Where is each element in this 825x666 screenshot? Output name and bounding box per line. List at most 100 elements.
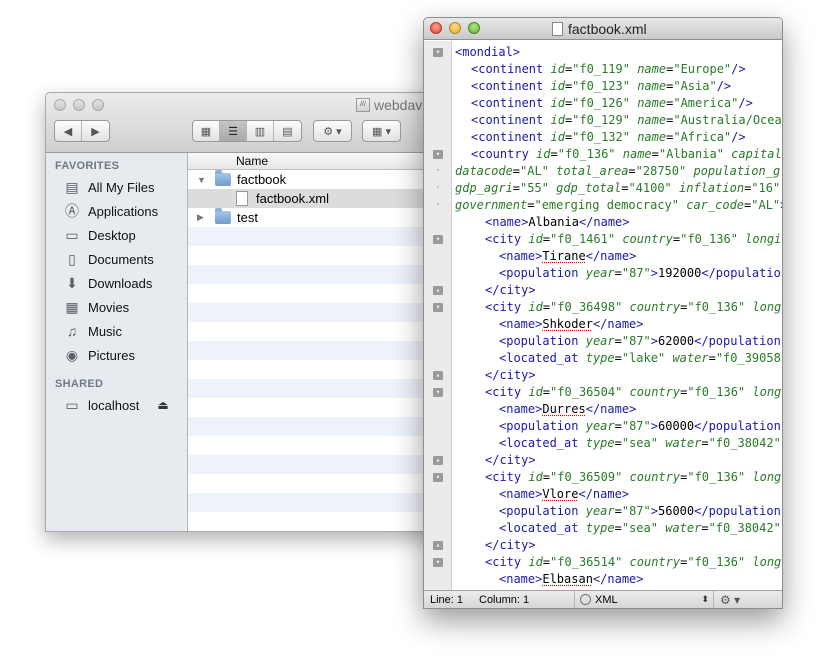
sidebar-item-label: Applications [88,203,159,219]
view-mode-buttons: ▦ ☰ ▥ ▤ [192,120,302,142]
back-button[interactable]: ◀ [55,121,82,141]
fold-toggle-icon[interactable]: ▾ [433,473,443,482]
code-line: <population year="87">60000</population: [499,419,782,433]
sidebar-item-movies[interactable]: ▦ Movies [46,295,187,319]
code-line: ▴ </city> [424,452,782,469]
code-line: <name>Albania</name> [485,215,630,229]
code-line: ▾ <city id="f0_36514" country="f0_136" lo… [424,554,782,571]
file-row[interactable]: ▶ test [188,208,444,227]
fold-toggle-icon[interactable]: ▾ [433,388,443,397]
code-line: ▾ <city id="f0_36504" country="f0_136" lo… [424,384,782,401]
clock-icon [580,594,591,605]
file-name: test [237,210,258,225]
sidebar-item-music[interactable]: ♫ Music [46,319,187,343]
sidebar-item-localhost[interactable]: ▭ localhost ⏏ [46,393,187,417]
code-line: <continent id="f0_132" name="Africa"/> [471,130,746,144]
finder-window-controls [54,99,104,111]
all-files-icon: ▤ [65,178,79,195]
code-line: <continent id="f0_119" name="Europe"/> [471,62,746,76]
forward-button[interactable]: ▶ [82,121,109,141]
computer-icon: ▭ [65,396,79,413]
movies-icon: ▦ [65,298,79,315]
sidebar-item-pictures[interactable]: ◉ Pictures [46,343,187,367]
file-rows: ▼ factbook factbook.xml ▶ test [188,170,444,531]
code-line: <located_at type="lake" water="f0_39058 [499,351,781,365]
sidebar-item-applications[interactable]: Ⓐ Applications [46,199,187,223]
code-line: ▴ </city> [424,367,782,384]
code-line: <continent id="f0_126" name="America"/> [471,96,753,110]
code-line: <population year="87">192000</population [499,266,782,280]
code-line: <name>Elbasan</name> [499,572,644,586]
sidebar-item-desktop[interactable]: ▭ Desktop [46,223,187,247]
file-name: factbook [237,172,287,187]
eject-icon[interactable]: ⏏ [157,398,168,412]
fold-up-icon[interactable]: ▴ [433,541,443,550]
code-line: ▾ <mondial> [424,44,782,61]
sidebar-item-label: localhost [88,397,140,413]
sidebar-item-label: Movies [88,299,130,315]
icon-view-button[interactable]: ▦ [193,121,220,141]
sidebar-item-label: All My Files [88,179,155,195]
favorites-header: FAVORITES [55,160,120,172]
fold-toggle-icon[interactable]: ▾ [433,303,443,312]
action-menu-button[interactable]: ⚙ ▾ [313,120,352,142]
fold-toggle-icon[interactable]: ▾ [433,558,443,567]
sidebar-item-downloads[interactable]: ⬇ Downloads [46,271,187,295]
code-line: <population year="87">56000</population: [499,504,782,518]
folder-icon [215,208,231,224]
column-indicator: Column: 1 [479,593,530,606]
code-line: ▾ <city id="f0_36498" country="f0_136" lo… [424,299,782,316]
finder-window: /// webdav ◀ ▶ ▦ ☰ ▥ ▤ ⚙ ▾ ▦ ▾ FAVORITES… [45,92,445,532]
disclosure-open-icon[interactable]: ▼ [197,175,206,185]
code-line: <name>Shkoder</name> [499,317,644,331]
language-label: XML [595,593,618,606]
close-button[interactable] [430,22,442,34]
fold-up-icon[interactable]: ▴ [433,456,443,465]
editor-window-controls [430,22,480,34]
fold-toggle-icon[interactable]: ▾ [433,150,443,159]
line-indicator: Line: 1 [430,593,464,606]
column-view-button[interactable]: ▥ [247,121,274,141]
fold-toggle-icon[interactable]: ▾ [433,235,443,244]
zoom-button[interactable] [468,22,480,34]
sidebar-item-documents[interactable]: ▯ Documents [46,247,187,271]
code-line: ▾ <country id="f0_136" name="Albania" cap… [424,146,782,163]
fold-toggle-icon[interactable]: ▾ [433,48,443,57]
back-arrow-icon: ◀ [63,125,73,138]
coverflow-view-icon: ▤ [282,125,293,138]
code-line: <name>Tirane</name> [499,249,637,263]
desktop-icon: ▭ [65,226,79,243]
finder-window-title: /// webdav [356,97,422,113]
fold-up-icon[interactable]: ▴ [433,371,443,380]
file-row[interactable]: ▼ factbook [188,170,444,189]
close-button[interactable] [54,99,66,111]
file-row[interactable]: factbook.xml [188,189,444,208]
coverflow-view-button[interactable]: ▤ [274,121,301,141]
arrange-menu-button[interactable]: ▦ ▾ [362,120,401,142]
arrange-icon: ▦ ▾ [372,125,391,138]
file-list: Name ▼ factbook factbook.xml ▶ test [188,153,444,531]
column-header-name[interactable]: Name [188,153,444,170]
nav-buttons: ◀ ▶ [54,120,110,142]
disclosure-closed-icon[interactable]: ▶ [197,212,204,223]
language-selector[interactable]: XML ⬍ [574,591,714,608]
code-lines: ▾ <mondial> <continent id="f0_119" name="… [424,44,782,588]
code-line: · government="emerging democracy" car_cod… [435,198,782,212]
chevron-updown-icon: ⬍ [701,594,709,604]
zoom-button[interactable] [92,99,104,111]
minimize-button[interactable] [73,99,85,111]
icon-view-icon: ▦ [200,125,212,138]
gear-icon[interactable]: ⚙ ▾ [720,593,740,607]
code-line: ▾ <city id="f0_1461" country="f0_136" lon… [424,231,782,248]
folder-icon [215,170,231,186]
file-name: factbook.xml [256,191,329,206]
fold-up-icon[interactable]: ▴ [433,286,443,295]
code-editor[interactable]: ▾ <mondial> <continent id="f0_119" name="… [424,41,782,590]
sidebar-item-all-my-files[interactable]: ▤ All My Files [46,175,187,199]
code-line: · gdp_agri="55" gdp_total="4100" inflatio… [435,181,781,195]
minimize-button[interactable] [449,22,461,34]
code-line: <continent id="f0_123" name="Asia"/> [471,79,732,93]
document-icon [552,22,563,36]
pictures-icon: ◉ [65,346,79,363]
list-view-button[interactable]: ☰ [220,121,247,141]
